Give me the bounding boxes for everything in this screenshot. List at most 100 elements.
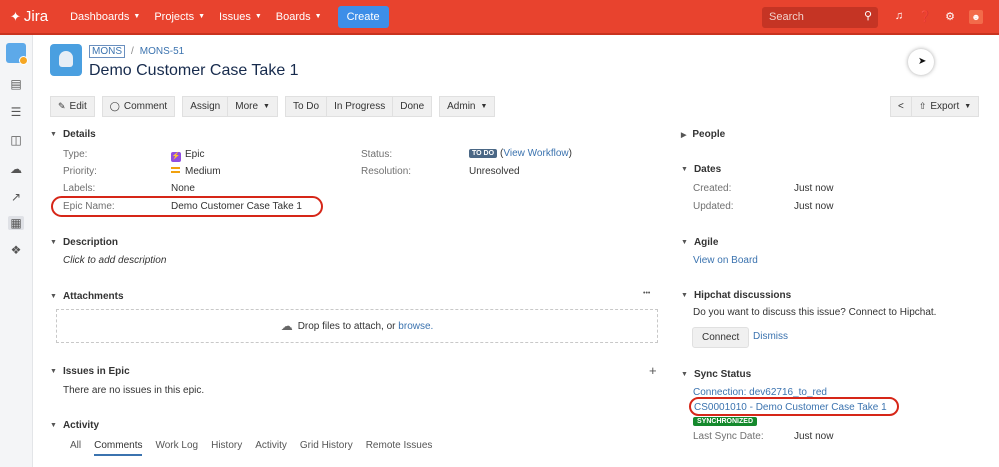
priority-medium-icon [171,167,180,173]
comment-button[interactable]: ◯ Comment [101,96,176,117]
updated-label: Updated: [693,201,734,212]
attachments-heading[interactable]: ▼ Attachments [50,291,124,302]
labels-label: Labels: [63,183,96,194]
status-paren-close: ) [568,148,572,159]
issues-in-epic-empty: There are no issues in this epic. [63,385,205,396]
edit-label: Edit [69,101,87,112]
description-heading[interactable]: ▼ Description [50,237,118,248]
dates-heading[interactable]: ▼ Dates [681,164,721,175]
done-button[interactable]: Done [393,96,433,117]
add-ons-icon[interactable]: ❖ [8,243,24,257]
nav-projects-label: Projects [154,10,195,23]
caret-down-icon: ▼ [50,239,57,246]
description-heading-label: Description [62,237,118,248]
todo-button[interactable]: To Do [284,96,328,117]
details-heading-label: Details [62,129,96,140]
sync-status-heading[interactable]: ▼ Sync Status [681,369,751,380]
caret-down-icon: ▼ [50,422,57,429]
people-heading[interactable]: ▶ People [681,129,725,140]
nav-dashboards[interactable]: Dashboards ▼ [70,11,140,23]
notification-badge [19,56,28,65]
dates-heading-label: Dates [693,164,722,175]
priority-value-text: Medium [185,166,221,177]
view-on-board-link[interactable]: View on Board [693,255,758,266]
breadcrumb-project[interactable]: MONS [89,45,125,58]
issues-in-epic-heading-label: Issues in Epic [62,366,130,377]
tab-all[interactable]: All [70,440,81,456]
resolution-value: Unresolved [469,166,520,177]
edit-button[interactable]: ✎ Edit [50,96,95,117]
attachments-more-icon[interactable]: ••• [643,290,650,297]
tab-comments[interactable]: Comments [94,440,143,456]
tab-remote-issues[interactable]: Remote Issues [366,440,433,456]
browse-link[interactable]: browse. [398,321,433,332]
agile-heading[interactable]: ▼ Agile [681,237,718,248]
user-avatar[interactable]: ☻ [969,10,983,24]
connect-button[interactable]: Connect [692,327,750,348]
export-button[interactable]: ⇧ Export ▼ [911,96,980,117]
search-input[interactable]: Search ⚲ [762,7,878,28]
chevron-down-icon: ▼ [263,103,270,110]
help-icon[interactable]: ❓ [918,10,932,24]
attachment-dropzone[interactable]: ☁ Drop files to attach, or browse. [56,309,658,343]
tab-work-log[interactable]: Work Log [155,440,198,456]
board-icon[interactable]: ☰ [8,105,24,119]
details-heading[interactable]: ▼ Details [50,129,96,140]
breadcrumb-issue-key[interactable]: MONS-51 [140,46,184,57]
tab-history[interactable]: History [211,440,242,456]
add-issue-icon[interactable]: + [649,363,657,378]
components-icon[interactable]: ☁ [8,162,24,176]
jira-logo[interactable]: ✦ Jira [10,8,48,25]
pencil-icon: ✎ [58,101,66,111]
project-avatar[interactable] [6,43,28,65]
create-button[interactable]: Create [337,5,389,28]
notification-icon[interactable]: ♫ [892,10,906,24]
tab-activity[interactable]: Activity [255,440,287,456]
labels-value[interactable]: None [171,183,195,194]
admin-button[interactable]: Admin ▼ [439,96,496,117]
people-heading-label: People [692,129,726,140]
share-button[interactable]: < [890,96,912,117]
tab-grid-history[interactable]: Grid History [300,440,353,456]
view-workflow-link[interactable]: View Workflow [503,148,568,159]
nav-issues[interactable]: Issues ▼ [219,11,262,23]
priority-label: Priority: [63,166,97,177]
caret-right-icon: ▶ [681,131,687,139]
releases-icon[interactable]: ◫ [8,133,24,147]
hipchat-prompt: Do you want to discuss this issue? Conne… [693,307,937,318]
in-progress-button[interactable]: In Progress [327,96,394,117]
issues-icon[interactable]: ▦ [8,216,24,230]
hipchat-heading-label: Hipchat discussions [693,290,792,301]
activity-heading-label: Activity [62,420,100,431]
nav-boards[interactable]: Boards ▼ [276,11,322,23]
description-placeholder[interactable]: Click to add description [63,255,166,266]
updated-value: Just now [794,201,834,212]
chevron-down-icon: ▼ [254,13,262,20]
activity-tabs: All Comments Work Log History Activity G… [70,440,445,456]
breadcrumb-separator: / [131,46,134,57]
chevron-down-icon: ▼ [314,13,322,20]
issues-in-epic-heading[interactable]: ▼ Issues in Epic [50,366,130,377]
page-title[interactable]: Demo Customer Case Take 1 [89,62,299,80]
priority-value: Medium [171,166,221,177]
agile-heading-label: Agile [693,237,719,248]
nav-projects[interactable]: Projects ▼ [154,11,205,23]
status-lozenge: TO DO [469,149,498,158]
annotation-highlight-oval [689,397,899,416]
caret-down-icon: ▼ [50,368,57,375]
caret-down-icon: ▼ [50,131,57,138]
hipchat-heading[interactable]: ▼ Hipchat discussions [681,290,791,301]
more-label: More [235,101,259,112]
assign-button[interactable]: Assign [182,96,229,117]
reports-icon[interactable]: ↗ [8,190,24,204]
share-icon: < [898,101,904,112]
activity-heading[interactable]: ▼ Activity [50,420,99,431]
created-label: Created: [693,183,732,194]
chevron-down-icon: ▼ [133,13,141,20]
more-button[interactable]: More ▼ [228,96,278,117]
dismiss-button[interactable]: Dismiss [744,327,797,346]
backlog-icon[interactable]: ▤ [8,77,24,91]
resolution-label: Resolution: [361,166,412,177]
last-sync-value: Just now [794,431,834,442]
settings-icon[interactable]: ⚙ [943,10,957,24]
